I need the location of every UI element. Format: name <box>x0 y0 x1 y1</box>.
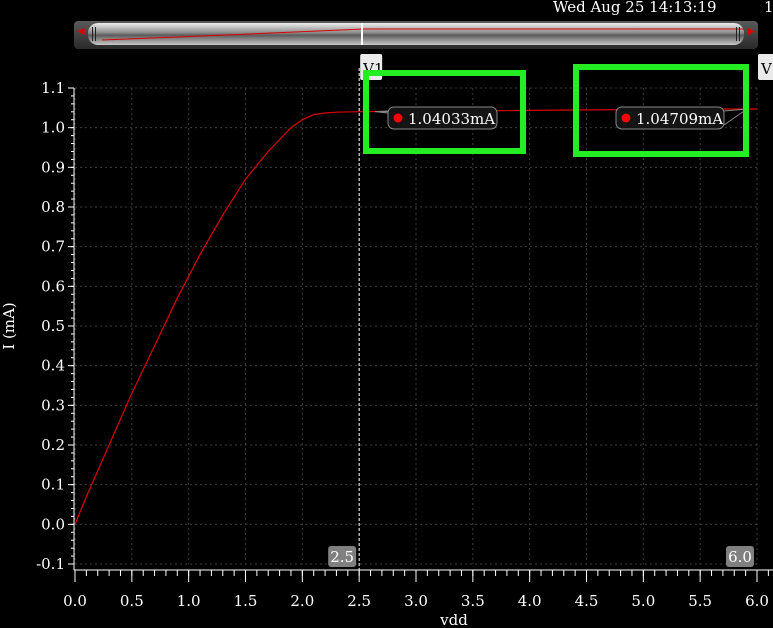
y-tick-label: 1.1 <box>41 79 65 97</box>
x-tick-label: 1.5 <box>234 592 258 610</box>
readout-dot <box>621 113 631 123</box>
x-tick-label: 5.5 <box>688 592 712 610</box>
y-tick-label: 0.3 <box>41 396 65 414</box>
y-axis-title: I (mA) <box>0 302 18 349</box>
y-tick-label: 0.9 <box>41 158 65 176</box>
marker-label: V <box>760 60 773 78</box>
readout-value: 1.04033mA <box>408 110 495 128</box>
y-tick-label: 0.0 <box>41 515 65 533</box>
y-tick-label: 1.0 <box>41 119 65 137</box>
cursor-x-label: 6.0 <box>728 548 752 566</box>
y-tick-label: 0.6 <box>41 277 65 295</box>
x-tick-label: 3.0 <box>404 592 428 610</box>
x-tick-label: 5.0 <box>631 592 655 610</box>
plot-area: -0.1 0.0 0.1 0.2 0.3 0.4 0.5 0.6 0.7 0.8 0.9 1.0 1.1… <box>0 54 773 628</box>
x-tick-label: 0.0 <box>63 592 87 610</box>
x-tick-label: 2.0 <box>290 592 314 610</box>
readout-value: 1.04709mA <box>636 110 723 128</box>
x-tick-label: 4.0 <box>518 592 542 610</box>
cursor-x-label: 2.5 <box>330 548 354 566</box>
y-tick-label: 0.4 <box>41 357 65 375</box>
y-tick-label: 0.5 <box>41 317 65 335</box>
y-tick-label: 0.1 <box>41 476 65 494</box>
y-tick-label: -0.1 <box>36 555 65 573</box>
y-tick-label: 0.7 <box>41 238 65 256</box>
current-trace <box>74 108 757 525</box>
readout-dot <box>393 113 403 123</box>
x-tick-label: 1.0 <box>177 592 201 610</box>
x-tick-label: 0.5 <box>120 592 144 610</box>
y-tick-label: 0.2 <box>41 436 65 454</box>
x-tick-label: 6.0 <box>745 592 769 610</box>
x-tick-label: 2.5 <box>347 592 371 610</box>
x-axis-title: vdd <box>439 611 468 628</box>
readout-pointer <box>375 110 389 113</box>
x-tick-label: 3.5 <box>461 592 485 610</box>
x-tick-label: 4.5 <box>575 592 599 610</box>
y-tick-label: 0.8 <box>41 198 65 216</box>
